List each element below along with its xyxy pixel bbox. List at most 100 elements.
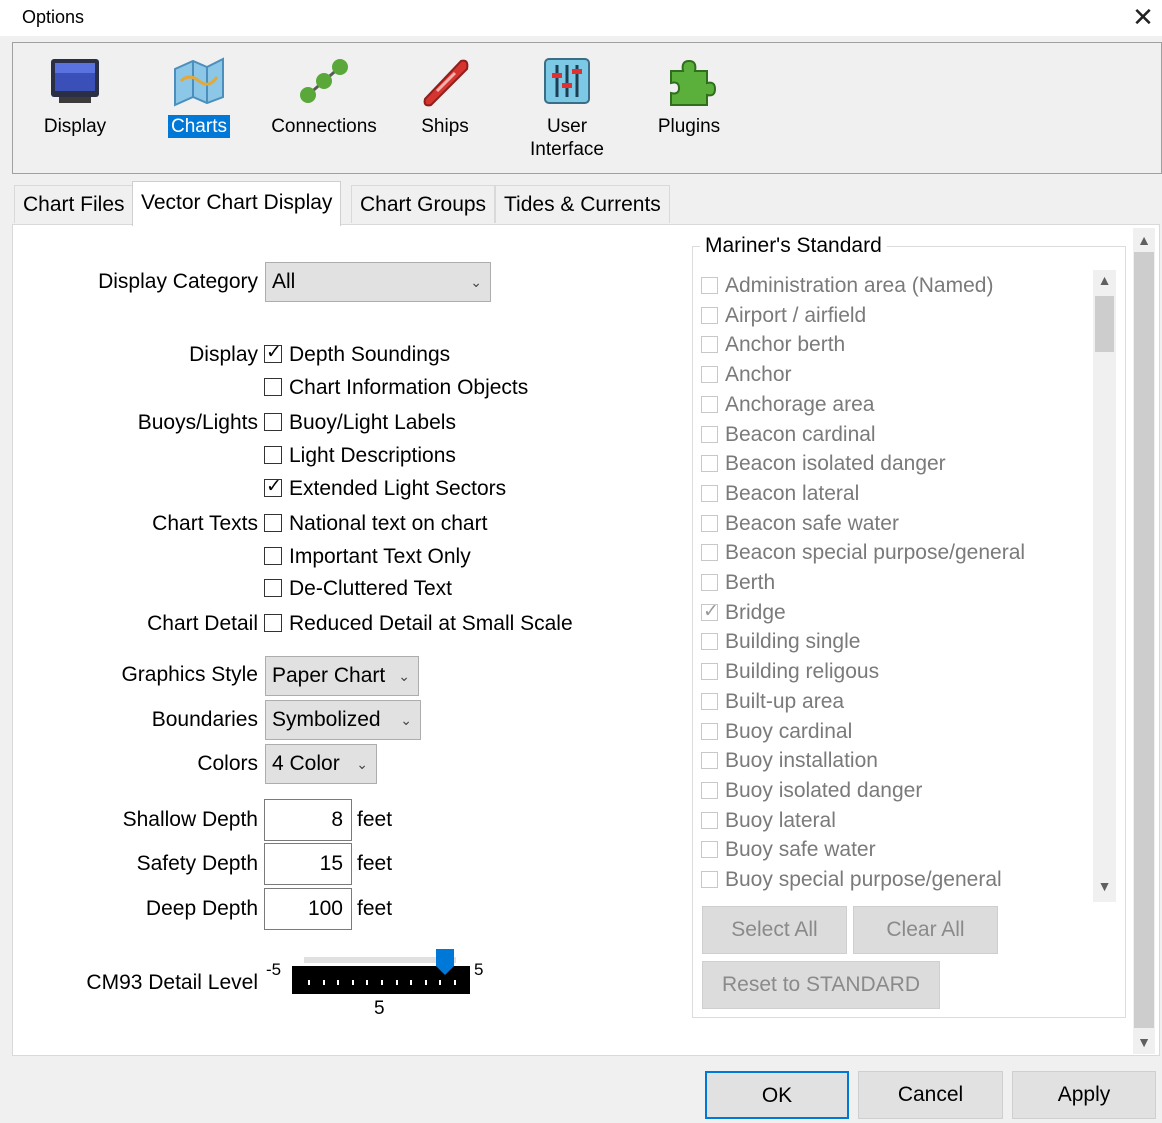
panel-scrollbar-thumb[interactable] bbox=[1134, 252, 1154, 1028]
checkbox-box[interactable] bbox=[701, 692, 718, 710]
checkbox-box[interactable] bbox=[701, 544, 718, 562]
checkbox-box[interactable] bbox=[701, 336, 718, 354]
shallow-depth-input[interactable]: 8 bbox=[264, 799, 352, 841]
checkbox-box[interactable] bbox=[264, 446, 282, 464]
checkbox-depth-soundings[interactable]: Depth Soundings bbox=[264, 341, 450, 367]
cm93-min-label: -5 bbox=[266, 960, 282, 979]
toolbar-connections[interactable]: Connections bbox=[265, 51, 383, 138]
slider-tick bbox=[308, 980, 310, 985]
tab-vector-chart-display[interactable]: Vector Chart Display bbox=[132, 181, 342, 226]
checkbox-box[interactable] bbox=[264, 547, 282, 565]
scroll-down-icon[interactable]: ▼ bbox=[1133, 1034, 1155, 1050]
list-item[interactable]: Building religous bbox=[701, 660, 879, 684]
list-item[interactable]: Beacon special purpose/general bbox=[701, 541, 1025, 565]
checkbox-box[interactable] bbox=[701, 600, 719, 623]
checkbox-box[interactable] bbox=[264, 579, 282, 597]
list-item[interactable]: Administration area (Named) bbox=[701, 274, 993, 298]
checkbox-box[interactable] bbox=[701, 722, 718, 740]
scrollbar-thumb[interactable] bbox=[1095, 296, 1114, 352]
list-item[interactable]: Anchor berth bbox=[701, 333, 845, 357]
checkbox-label: Reduced Detail at Small Scale bbox=[289, 612, 573, 635]
list-item[interactable]: Buoy cardinal bbox=[701, 720, 852, 744]
checkbox-light-descriptions[interactable]: Light Descriptions bbox=[264, 444, 456, 468]
checkbox-box[interactable] bbox=[264, 341, 282, 364]
checkbox-label: Important Text Only bbox=[289, 545, 471, 568]
checkbox-box[interactable] bbox=[701, 781, 718, 799]
list-item[interactable]: Buoy lateral bbox=[701, 809, 836, 833]
scroll-up-icon[interactable]: ▲ bbox=[1093, 272, 1116, 288]
checkbox-box[interactable] bbox=[701, 277, 718, 294]
checkbox-buoy-light-labels[interactable]: Buoy/Light Labels bbox=[264, 411, 456, 435]
list-item[interactable]: Bridge bbox=[701, 600, 786, 625]
apply-button[interactable]: Apply bbox=[1012, 1071, 1156, 1119]
checkbox-box[interactable] bbox=[701, 514, 718, 532]
close-icon[interactable]: ✕ bbox=[1128, 2, 1158, 32]
cancel-button[interactable]: Cancel bbox=[858, 1071, 1003, 1119]
safety-depth-input[interactable]: 15 bbox=[264, 843, 352, 885]
checkbox-box[interactable] bbox=[264, 514, 282, 532]
list-item[interactable]: Buoy installation bbox=[701, 749, 878, 773]
select-all-button[interactable]: Select All bbox=[702, 906, 847, 954]
checkbox-box[interactable] bbox=[701, 306, 718, 324]
ok-button[interactable]: OK bbox=[705, 1071, 849, 1119]
checkbox-box[interactable] bbox=[264, 378, 282, 396]
list-item[interactable]: Beacon safe water bbox=[701, 512, 899, 536]
checkbox-box[interactable] bbox=[701, 841, 718, 859]
checkbox-box[interactable] bbox=[701, 395, 718, 413]
checkbox-box[interactable] bbox=[264, 614, 282, 632]
toolbar-display[interactable]: Display bbox=[35, 51, 115, 138]
tab-tides-currents[interactable]: Tides & Currents bbox=[495, 185, 670, 223]
list-item[interactable]: Buoy special purpose/general bbox=[701, 868, 1002, 892]
scroll-down-icon[interactable]: ▼ bbox=[1093, 878, 1116, 894]
checkbox-box[interactable] bbox=[264, 475, 282, 498]
list-item[interactable]: Beacon isolated danger bbox=[701, 452, 946, 476]
toolbar-plugins[interactable]: Plugins bbox=[649, 51, 729, 138]
checkbox-box[interactable] bbox=[701, 484, 718, 502]
checkbox-box[interactable] bbox=[264, 413, 282, 431]
display-category-select[interactable]: All ⌄ bbox=[265, 262, 491, 302]
list-item[interactable]: Built-up area bbox=[701, 690, 844, 714]
checkbox-decluttered-text[interactable]: De-Cluttered Text bbox=[264, 577, 452, 601]
scroll-up-icon[interactable]: ▲ bbox=[1133, 232, 1155, 248]
checkbox-box[interactable] bbox=[701, 425, 718, 443]
list-item[interactable]: Airport / airfield bbox=[701, 304, 866, 328]
list-item[interactable]: Berth bbox=[701, 571, 775, 595]
graphics-style-select[interactable]: Paper Chart ⌄ bbox=[265, 656, 419, 696]
checkbox-box[interactable] bbox=[701, 366, 718, 384]
list-item[interactable]: Beacon lateral bbox=[701, 482, 859, 506]
checkbox-important-text-only[interactable]: Important Text Only bbox=[264, 545, 471, 569]
boundaries-value: Symbolized bbox=[272, 708, 381, 731]
colors-select[interactable]: 4 Color ⌄ bbox=[265, 744, 377, 784]
list-item[interactable]: Anchor bbox=[701, 363, 792, 387]
list-item[interactable]: Buoy isolated danger bbox=[701, 779, 922, 803]
checkbox-box[interactable] bbox=[701, 871, 718, 888]
toolbar-ships[interactable]: Ships bbox=[405, 51, 485, 138]
checkbox-national-text[interactable]: National text on chart bbox=[264, 512, 487, 536]
checkbox-reduced-detail[interactable]: Reduced Detail at Small Scale bbox=[264, 612, 573, 636]
checkbox-box[interactable] bbox=[701, 752, 718, 770]
list-item[interactable]: Beacon cardinal bbox=[701, 423, 876, 447]
checkbox-box[interactable] bbox=[701, 455, 718, 473]
checkbox-extended-light-sectors[interactable]: Extended Light Sectors bbox=[264, 475, 506, 501]
toolbar-charts[interactable]: Charts bbox=[159, 51, 239, 138]
panel-scrollbar[interactable]: ▲ ▼ bbox=[1133, 228, 1155, 1054]
list-item-label: Administration area (Named) bbox=[725, 274, 994, 297]
toolbar-user-interface[interactable]: User Interface bbox=[517, 51, 617, 161]
checkbox-box[interactable] bbox=[701, 633, 718, 651]
tab-chart-groups[interactable]: Chart Groups bbox=[351, 185, 496, 223]
slider-thumb[interactable] bbox=[435, 948, 455, 976]
list-item[interactable]: Building single bbox=[701, 630, 860, 654]
shallow-depth-unit: feet bbox=[357, 808, 393, 831]
clear-all-button[interactable]: Clear All bbox=[853, 906, 998, 954]
checkbox-chart-information-objects[interactable]: Chart Information Objects bbox=[264, 376, 528, 400]
list-item[interactable]: Anchorage area bbox=[701, 393, 874, 417]
tab-chart-files[interactable]: Chart Files bbox=[14, 185, 134, 223]
list-item[interactable]: Buoy safe water bbox=[701, 838, 876, 862]
boundaries-select[interactable]: Symbolized ⌄ bbox=[265, 700, 421, 740]
checkbox-box[interactable] bbox=[701, 574, 718, 591]
deep-depth-input[interactable]: 100 bbox=[264, 888, 352, 930]
checkbox-box[interactable] bbox=[701, 811, 718, 829]
list-scrollbar[interactable]: ▲ ▼ bbox=[1093, 270, 1116, 902]
reset-to-standard-button[interactable]: Reset to STANDARD bbox=[702, 961, 940, 1009]
checkbox-box[interactable] bbox=[701, 663, 718, 681]
